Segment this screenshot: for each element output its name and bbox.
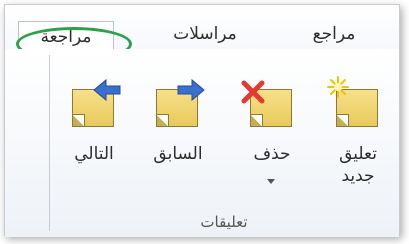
- comments-group-label: تعليقات: [200, 213, 248, 231]
- tab-references[interactable]: مراجع: [289, 19, 379, 49]
- next-comment-button[interactable]: التالي: [58, 73, 130, 193]
- delete-label: حذف: [253, 144, 291, 164]
- delete-comment-button[interactable]: حذف: [236, 73, 308, 193]
- arrow-right-icon: [177, 78, 205, 102]
- tab-mailings[interactable]: مراسلات: [155, 19, 255, 49]
- comments-group: تعليق جديد حذف السابق التالي تعليقات: [49, 55, 398, 231]
- new-comment-button[interactable]: تعليق جديد: [322, 73, 394, 193]
- previous-comment-button[interactable]: السابق: [142, 73, 214, 193]
- ribbon-panel: تعليق جديد حذف السابق التالي تعليقات: [5, 49, 399, 237]
- word-window: مراجعة مراسلات مراجع تعليق جديد حذف السا…: [4, 4, 400, 237]
- next-label: التالي: [74, 144, 114, 164]
- arrow-left-icon: [93, 78, 121, 102]
- ribbon-tab-strip: مراجعة مراسلات مراجع: [5, 5, 399, 61]
- new-comment-label: تعليق جديد: [339, 144, 377, 186]
- delete-x-icon: [241, 80, 265, 104]
- previous-label: السابق: [153, 144, 203, 164]
- chevron-down-icon[interactable]: [267, 179, 275, 184]
- sparkle-icon: [327, 76, 349, 98]
